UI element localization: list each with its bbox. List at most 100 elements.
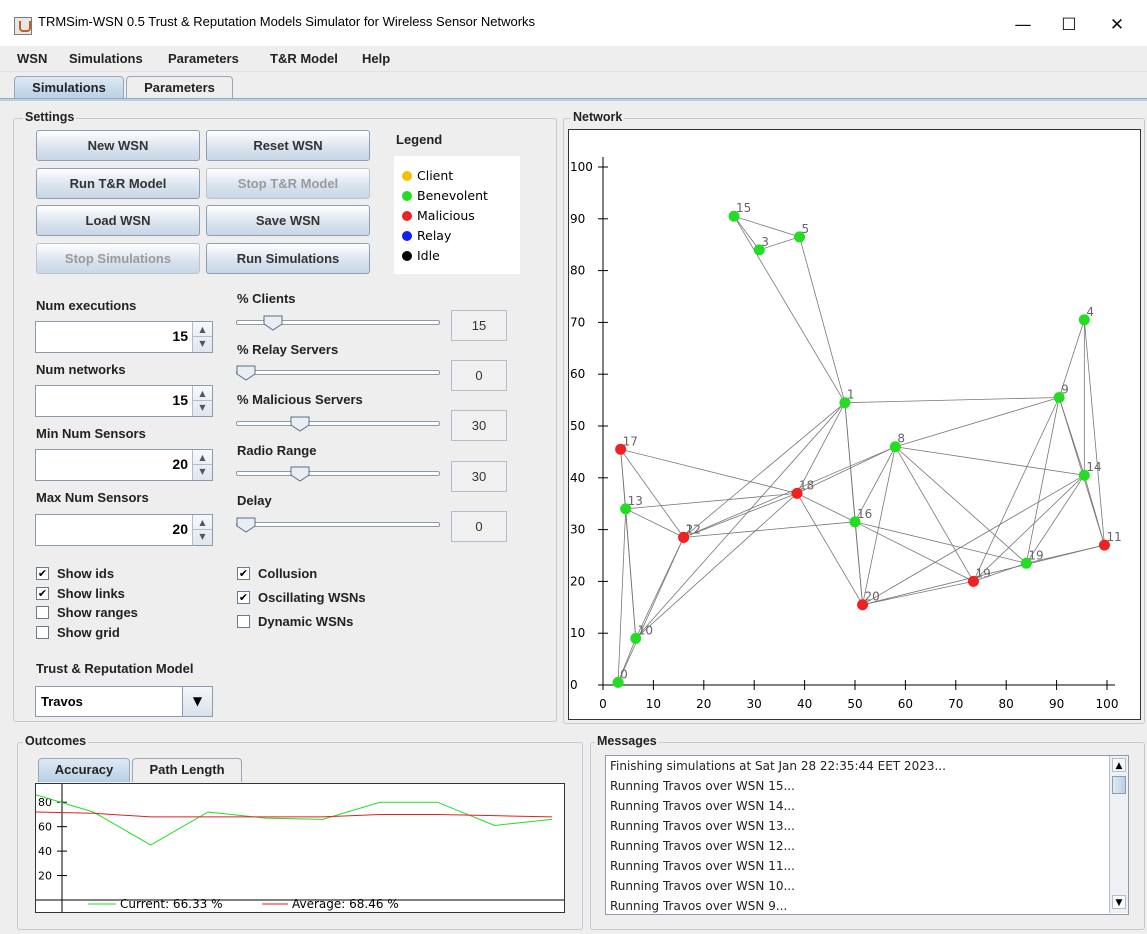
legend-box: Client Benevolent Malicious Relay Idle <box>394 156 520 274</box>
scroll-thumb[interactable] <box>1112 776 1126 794</box>
tab-path-length[interactable]: Path Length <box>132 758 242 782</box>
legend-benevolent: Benevolent <box>402 188 488 203</box>
current-legend-label: Current: 66.33 % <box>120 897 223 911</box>
legend-benevolent-label: Benevolent <box>417 188 488 203</box>
app-java-icon <box>14 17 32 35</box>
spin-down-icon[interactable]: ▼ <box>193 401 212 416</box>
num-networks-label: Num networks <box>36 362 126 377</box>
load-wsn-button[interactable]: Load WSN <box>36 205 200 236</box>
x-tick-label: 0 <box>599 697 607 711</box>
messages-log[interactable]: Finishing simulations at Sat Jan 28 22:3… <box>605 755 1129 915</box>
spin-up-icon[interactable]: ▲ <box>193 450 212 465</box>
node-id-label: 19 <box>975 566 990 580</box>
accuracy-graph: 20 40 60 80 Current: 66.33 % Average: 68.46 % <box>35 784 564 912</box>
num-executions-value[interactable]: 15 <box>172 328 188 344</box>
scroll-up-icon[interactable]: ▲ <box>1112 758 1126 772</box>
messages-scrollbar[interactable]: ▲ ▼ <box>1109 756 1128 913</box>
min-num-sensors-value[interactable]: 20 <box>172 456 188 472</box>
y-tick-label: 50 <box>570 419 585 433</box>
run-simulations-button[interactable]: Run Simulations <box>206 243 370 274</box>
num-executions-spinner[interactable]: 15 ▲ ▼ <box>35 321 213 353</box>
y-tick-label: 20 <box>38 870 52 883</box>
window-title: TRMSim-WSN 0.5 Trust & Reputation Models… <box>38 14 536 29</box>
network-canvas[interactable]: 0 10 20 30 40 50 60 70 80 90 100 0 10 20 30 40 50 60 70 80 9… <box>568 129 1141 720</box>
network-link <box>617 537 685 683</box>
y-tick-label: 20 <box>570 574 585 588</box>
scroll-down-icon[interactable]: ▼ <box>1112 895 1126 909</box>
legend-malicious: Malicious <box>402 208 475 223</box>
stop-tr-model-button[interactable]: Stop T&R Model <box>206 168 370 199</box>
slider-thumb[interactable] <box>290 416 310 432</box>
y-tick-label: 100 <box>570 160 593 174</box>
stop-simulations-button[interactable]: Stop Simulations <box>36 243 200 274</box>
maximize-button[interactable]: ☐ <box>1049 10 1089 40</box>
num-networks-spinner[interactable]: 15 ▲ ▼ <box>35 385 213 417</box>
message-line: Running Travos over WSN 12... <box>610 839 795 853</box>
settings-title: Settings <box>23 110 77 124</box>
slider-thumb[interactable] <box>290 466 310 482</box>
radio-range-value: 30 <box>451 461 507 492</box>
node-id-label: 3 <box>761 235 769 249</box>
delay-slider[interactable] <box>236 522 440 527</box>
close-button[interactable]: ✕ <box>1097 10 1137 40</box>
show-links-checkbox[interactable]: ✔ <box>36 587 49 600</box>
chevron-down-icon[interactable]: ▼ <box>182 687 212 716</box>
network-link <box>895 446 1027 564</box>
tab-accuracy[interactable]: Accuracy <box>38 758 130 782</box>
slider-thumb[interactable] <box>263 315 283 331</box>
message-line: Running Travos over WSN 14... <box>610 799 795 813</box>
show-ids-checkbox[interactable]: ✔ <box>36 567 49 580</box>
collusion-checkbox[interactable]: ✔ <box>237 567 250 580</box>
node-id-label: 14 <box>1086 460 1101 474</box>
spinner-arrows: ▲ ▼ <box>192 515 212 545</box>
spin-down-icon[interactable]: ▼ <box>193 465 212 480</box>
slider-thumb[interactable] <box>236 517 256 533</box>
relay-slider[interactable] <box>236 370 440 375</box>
menu-wsn[interactable]: WSN <box>17 51 47 66</box>
show-ranges-checkbox[interactable] <box>36 606 49 619</box>
tab-parameters[interactable]: Parameters <box>126 76 233 99</box>
dynamic-wsns-checkbox[interactable] <box>237 615 250 628</box>
min-num-sensors-spinner[interactable]: 20 ▲ ▼ <box>35 449 213 481</box>
run-tr-model-button[interactable]: Run T&R Model <box>36 168 200 199</box>
menu-help[interactable]: Help <box>362 51 390 66</box>
oscillating-wsns-checkbox[interactable]: ✔ <box>237 591 250 604</box>
new-wsn-button[interactable]: New WSN <box>36 130 200 161</box>
tab-simulations[interactable]: Simulations <box>14 76 124 99</box>
menu-tr-model[interactable]: T&R Model <box>270 51 338 66</box>
show-ids-label: Show ids <box>57 566 115 581</box>
x-tick-label: 80 <box>999 697 1014 711</box>
network-link <box>733 216 846 403</box>
delay-slider-label: Delay <box>237 493 272 508</box>
reset-wsn-button[interactable]: Reset WSN <box>206 130 370 161</box>
spin-down-icon[interactable]: ▼ <box>193 530 212 545</box>
max-num-sensors-value[interactable]: 20 <box>172 521 188 537</box>
clients-value: 15 <box>451 310 507 341</box>
malicious-slider[interactable] <box>236 421 440 426</box>
tab-strip <box>0 98 1147 101</box>
x-tick-label: 10 <box>646 697 661 711</box>
num-networks-value[interactable]: 15 <box>172 392 188 408</box>
spin-up-icon[interactable]: ▲ <box>193 386 212 401</box>
show-grid-checkbox[interactable] <box>36 626 49 639</box>
menu-parameters[interactable]: Parameters <box>168 51 239 66</box>
radio-range-slider[interactable] <box>236 471 440 476</box>
minimize-button[interactable]: — <box>1003 10 1043 40</box>
menu-simulations[interactable]: Simulations <box>69 51 143 66</box>
collusion-label: Collusion <box>258 566 318 581</box>
network-link <box>796 493 863 605</box>
trust-model-select[interactable]: Travos ▼ <box>35 686 213 717</box>
max-num-sensors-spinner[interactable]: 20 ▲ ▼ <box>35 514 213 546</box>
trust-model-value[interactable]: Travos <box>41 694 83 709</box>
accuracy-series-line <box>35 811 553 818</box>
spin-up-icon[interactable]: ▲ <box>193 322 212 337</box>
spin-up-icon[interactable]: ▲ <box>193 515 212 530</box>
spinner-arrows: ▲ ▼ <box>192 386 212 416</box>
relay-slider-label: % Relay Servers <box>237 342 339 357</box>
slider-thumb[interactable] <box>236 365 256 381</box>
message-line: Running Travos over WSN 13... <box>610 819 795 833</box>
legend-relay-label: Relay <box>417 228 452 243</box>
network-link <box>894 446 974 582</box>
save-wsn-button[interactable]: Save WSN <box>206 205 370 236</box>
spin-down-icon[interactable]: ▼ <box>193 337 212 352</box>
